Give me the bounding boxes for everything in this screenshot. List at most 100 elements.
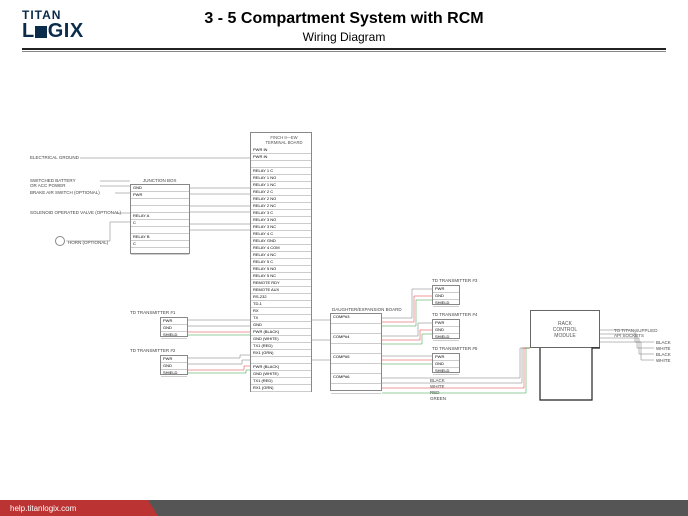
color-label-white: WHITE — [430, 384, 445, 389]
tx-port: SHIELD — [161, 332, 187, 339]
tx-port: SHIELD — [433, 334, 459, 341]
tx-port: SHIELD — [433, 300, 459, 307]
wiring-svg — [0, 0, 688, 516]
tx-port: PWR — [161, 356, 187, 363]
terminal-row: RELAY 3 NO — [251, 217, 311, 224]
terminal-row: RELAY 4 NC — [251, 252, 311, 259]
color-label-black: BLACK — [430, 378, 445, 383]
api-color-3: BLACK — [656, 352, 671, 357]
terminal-row: RELAY 5 C — [251, 259, 311, 266]
daughter-row — [331, 324, 381, 334]
label-api-sockets: TO TITAN SUPPLIED API SOCKETS — [614, 328, 682, 338]
rack-control-module: RACK CONTROL MODULE — [530, 310, 600, 348]
terminal-row: PWR (BLACK) — [251, 329, 311, 336]
label-solenoid-valve: SOLENOID OPERATED VALVE (OPTIONAL) — [30, 210, 121, 215]
terminal-row: RELAY 5 NO — [251, 266, 311, 273]
tx-port: SHIELD — [433, 368, 459, 375]
terminal-row: GND (WHITE) — [251, 371, 311, 378]
label-tx1: TD TRANSMITTER #1 — [130, 310, 175, 315]
daughter-row — [331, 384, 381, 394]
tx-port: PWR — [433, 354, 459, 361]
terminal-row: RX1 (GRN) — [251, 385, 311, 392]
api-color-2: WHITE — [656, 346, 671, 351]
td-transmitter-1: PWRGNDSHIELD — [160, 317, 188, 337]
label-tx4: TD TRANSMITTER #4 — [432, 312, 477, 317]
label-brake-air-switch: BRAKE AIR SWITCH (OPTIONAL) — [30, 190, 100, 195]
terminal-row: RELAY 3 NC — [251, 224, 311, 231]
page-subtitle: Wiring Diagram — [0, 30, 688, 44]
daughter-row: COMP#4 — [331, 334, 381, 344]
terminal-row: PWR (BLACK) — [251, 364, 311, 371]
terminal-row: TX1 (RED) — [251, 378, 311, 385]
terminal-row: PWR IN — [251, 147, 311, 154]
terminal-row: RELAY 2 NC — [251, 203, 311, 210]
jb-row: C — [131, 241, 189, 248]
td-transmitter-4: PWRGNDSHIELD — [432, 319, 460, 339]
terminal-row: GND (WHITE) — [251, 336, 311, 343]
junction-box: GND PWR RELAY A C RELAY B C — [130, 184, 190, 254]
terminal-row: REMOTE AUX — [251, 287, 311, 294]
color-label-green: GREEN — [430, 396, 446, 401]
terminal-row: RELAY 1 NC — [251, 182, 311, 189]
jb-row — [131, 199, 189, 206]
tx-port: GND — [433, 293, 459, 300]
jb-row: RELAY A — [131, 213, 189, 220]
terminal-row: RS-232 — [251, 294, 311, 301]
terminal-row: RELAY 2 NO — [251, 196, 311, 203]
terminal-row: RELAY 1 NO — [251, 175, 311, 182]
terminal-row: RX — [251, 308, 311, 315]
terminal-row: TX1 (RED) — [251, 343, 311, 350]
daughter-board: COMP#3 COMP#4 COMP#5 COMP#6 — [330, 313, 382, 391]
label-junction-box: JUNCTION BOX — [143, 178, 177, 183]
footer-url: help.titanlogix.com — [10, 504, 76, 513]
terminal-row: RELAY 3 C — [251, 210, 311, 217]
jb-row: RELAY B — [131, 234, 189, 241]
terminal-row: RELAY 4 COM — [251, 245, 311, 252]
label-switched-battery-2: OR ACC POWER — [30, 183, 66, 188]
jb-row — [131, 248, 189, 255]
terminal-row: RELAY 5 NC — [251, 273, 311, 280]
label-tx5: TD TRANSMITTER #5 — [432, 346, 477, 351]
horn-icon — [55, 236, 65, 246]
tx-port: GND — [161, 363, 187, 370]
daughter-row: COMP#6 — [331, 374, 381, 384]
jb-row: GND — [131, 185, 189, 192]
daughter-row — [331, 364, 381, 374]
terminal-row: TD-1 — [251, 301, 311, 308]
jb-row — [131, 227, 189, 234]
color-label-red: RED — [430, 390, 440, 395]
tx-port: GND — [433, 327, 459, 334]
terminal-row — [251, 161, 311, 168]
tx-port: SHIELD — [161, 370, 187, 377]
page-title: 3 - 5 Compartment System with RCM — [0, 10, 688, 28]
footer-bar: help.titanlogix.com — [0, 500, 688, 516]
label-tx2: TD TRANSMITTER #2 — [130, 348, 175, 353]
terminal-row: RELAY 2 C — [251, 189, 311, 196]
header-rule-thin — [22, 51, 666, 52]
tx-port: PWR — [433, 320, 459, 327]
terminal-row: RELAY 4 C — [251, 231, 311, 238]
terminal-row: PWR IN — [251, 154, 311, 161]
terminal-row: RELAY GND — [251, 238, 311, 245]
tx-port: GND — [161, 325, 187, 332]
terminal-row: RX1 (GRN) — [251, 350, 311, 357]
label-horn: HORN (OPTIONAL) — [68, 240, 108, 245]
td-transmitter-5: PWRGNDSHIELD — [432, 353, 460, 373]
tx-port: GND — [433, 361, 459, 368]
jb-row — [131, 206, 189, 213]
terminal-board: PWR INPWR IN RELAY 1 CRELAY 1 NORELAY 1 N… — [250, 132, 312, 392]
terminal-row: REMOTE RDY — [251, 280, 311, 287]
label-tx3: TD TRANSMITTER #3 — [432, 278, 477, 283]
daughter-row: COMP#5 — [331, 354, 381, 364]
terminal-row: RELAY 1 C — [251, 168, 311, 175]
daughter-row: COMP#3 — [331, 314, 381, 324]
terminal-row — [251, 357, 311, 364]
api-color-4: WHITE — [656, 358, 671, 363]
td-transmitter-2: PWRGNDSHIELD — [160, 355, 188, 375]
td-transmitter-3: PWRGNDSHIELD — [432, 285, 460, 305]
daughter-row — [331, 344, 381, 354]
api-color-1: BLACK — [656, 340, 671, 345]
jb-row: PWR — [131, 192, 189, 199]
jb-row: C — [131, 220, 189, 227]
label-daughter-board: DAUGHTER/EXPANSION BOARD — [332, 307, 402, 312]
